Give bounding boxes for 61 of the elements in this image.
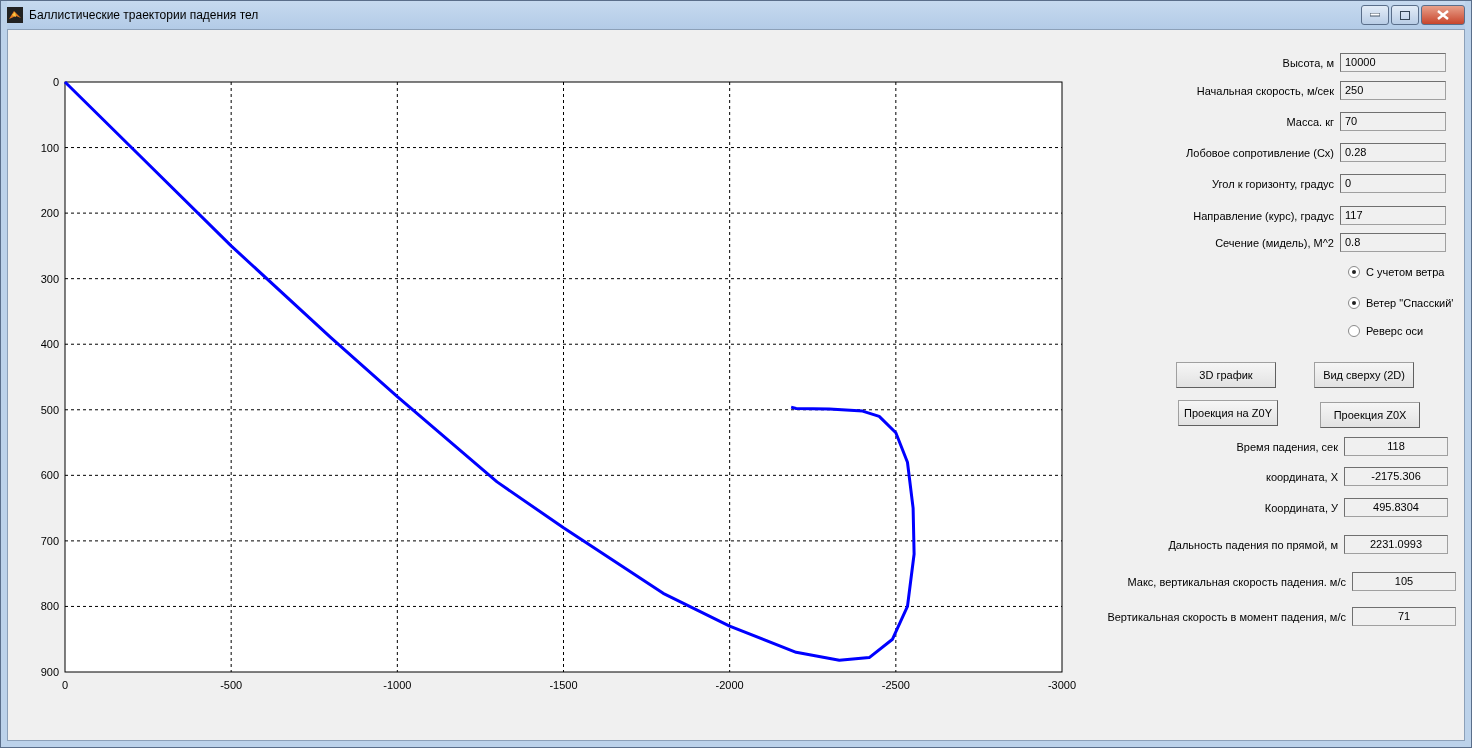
result-label: Вертикальная скорость в момент падения, м/с xyxy=(1106,610,1347,623)
x-tick-label: 0 xyxy=(61,679,69,691)
result-label: Время падения, сек xyxy=(1235,440,1339,453)
radio-label: Реверс оси xyxy=(1366,325,1424,337)
result-label: координата, X xyxy=(1264,470,1339,483)
field-label: Масса. кг xyxy=(1285,115,1335,128)
plot-3d-button[interactable]: 3D график xyxy=(1176,362,1276,388)
y-tick-label: 100 xyxy=(40,141,59,154)
y-tick-label: 700 xyxy=(40,534,59,547)
minimize-button[interactable] xyxy=(1361,5,1389,25)
y-tick-label: 300 xyxy=(40,272,59,285)
input-field[interactable]: 0.28 xyxy=(1340,143,1446,162)
y-tick-label: 600 xyxy=(40,469,59,482)
field-label: Высота, м xyxy=(1281,56,1335,69)
close-icon xyxy=(1437,10,1449,20)
minimize-icon xyxy=(1370,13,1380,17)
x-tick-label: -1500 xyxy=(549,679,578,691)
x-tick-label: -1000 xyxy=(383,679,412,691)
input-field[interactable]: 70 xyxy=(1340,112,1446,131)
input-field[interactable]: 0.8 xyxy=(1340,233,1446,252)
y-tick-label: 0 xyxy=(52,76,59,88)
radio-button[interactable] xyxy=(1348,266,1360,278)
radio-button[interactable] xyxy=(1348,325,1360,337)
result-field: -2175.306 xyxy=(1344,467,1448,486)
field-label: Сечение (мидель), М^2 xyxy=(1214,236,1335,249)
y-tick-label: 900 xyxy=(40,666,59,678)
zoy-projection-button[interactable]: Проекция на Z0Y xyxy=(1178,400,1278,426)
field-label: Направление (курс), градус xyxy=(1192,209,1335,222)
radio-button[interactable] xyxy=(1348,297,1360,309)
top-view-button[interactable]: Вид сверху (2D) xyxy=(1314,362,1414,388)
y-tick-label: 500 xyxy=(40,403,59,416)
field-label: Лобовое сопротивление (Cx) xyxy=(1185,146,1335,159)
result-label: Координата, У xyxy=(1263,501,1339,514)
radio-label: С учетом ветра xyxy=(1366,266,1445,278)
x-tick-label: -3000 xyxy=(1047,679,1077,691)
window-title: Баллистические траектории падения тел xyxy=(29,8,259,22)
result-label: Дальность падения по прямой, м xyxy=(1167,538,1339,551)
radio-label: Ветер "Спасский' xyxy=(1366,297,1454,309)
input-field[interactable]: 250 xyxy=(1340,81,1446,100)
y-tick-label: 400 xyxy=(40,338,59,351)
result-field: 2231.0993 xyxy=(1344,535,1448,554)
y-tick-label: 200 xyxy=(40,207,59,220)
x-tick-label: -500 xyxy=(220,679,243,691)
maximize-icon xyxy=(1400,10,1410,20)
x-tick-label: -2000 xyxy=(715,679,744,691)
close-button[interactable] xyxy=(1421,5,1465,25)
result-field: 495.8304 xyxy=(1344,498,1448,517)
result-field: 71 xyxy=(1352,607,1456,626)
input-field[interactable]: 10000 xyxy=(1340,53,1446,72)
app-icon xyxy=(7,7,23,23)
input-field[interactable]: 117 xyxy=(1340,206,1446,225)
field-label: Угол к горизонту, градус xyxy=(1211,177,1335,190)
result-field: 118 xyxy=(1344,437,1448,456)
result-label: Макс, вертикальная скорость падения. м/с xyxy=(1126,575,1347,588)
zox-projection-button[interactable]: Проекция Z0X xyxy=(1320,402,1420,428)
input-field[interactable]: 0 xyxy=(1340,174,1446,193)
result-field: 105 xyxy=(1352,572,1456,591)
maximize-button[interactable] xyxy=(1391,5,1419,25)
field-label: Начальная скорость, м/сек xyxy=(1195,84,1335,97)
x-tick-label: -2500 xyxy=(881,679,910,691)
y-tick-label: 800 xyxy=(40,600,59,613)
